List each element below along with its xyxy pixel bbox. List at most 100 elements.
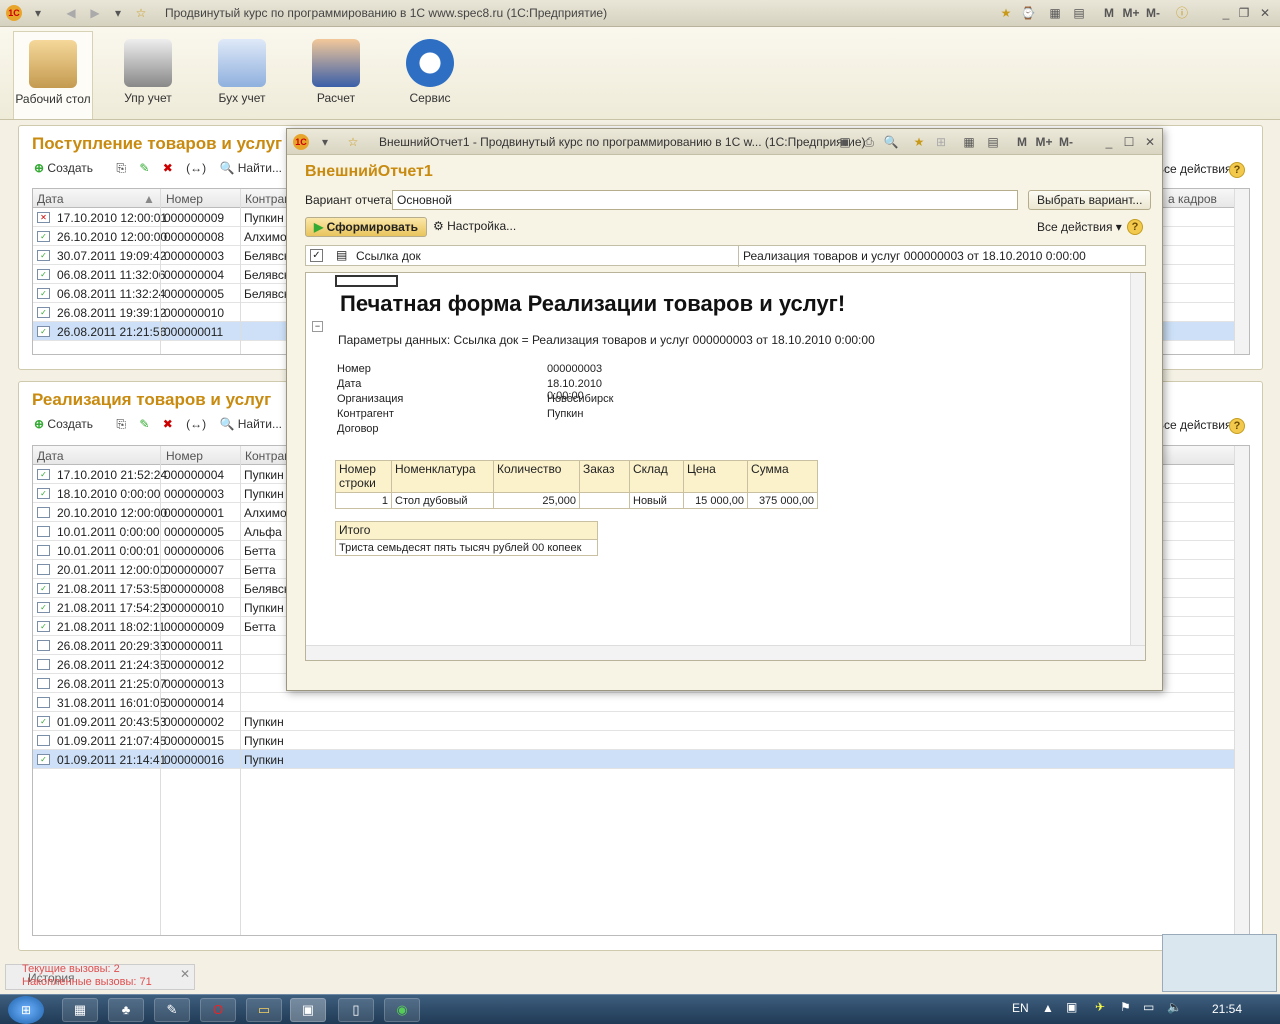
edit-pencil-icon[interactable]: ✎: [139, 161, 149, 175]
filter-checkbox[interactable]: ✓: [310, 249, 323, 262]
collapse-icon[interactable]: −: [312, 321, 323, 332]
column-extra[interactable]: а кадров: [1168, 192, 1217, 206]
column-number[interactable]: Номер: [166, 192, 203, 206]
tray-arrow-icon[interactable]: ▲: [1042, 1001, 1054, 1015]
taskbar-app-icon[interactable]: ✎: [154, 998, 190, 1022]
maximize-icon[interactable]: ☐: [1121, 134, 1137, 150]
help-icon[interactable]: ?: [1229, 162, 1245, 178]
start-button[interactable]: ⊞: [8, 996, 44, 1024]
menu-dropdown-icon[interactable]: ▾: [30, 5, 46, 21]
favorites-star-icon[interactable]: ☆: [133, 5, 149, 21]
edit-pencil-icon[interactable]: ✎: [139, 417, 149, 431]
minimize-icon[interactable]: _: [1218, 5, 1234, 21]
memory-minus-button[interactable]: M-: [1142, 5, 1164, 21]
table-row[interactable]: ✓ 01.09.2011 21:14:41 000000016 Пупкин: [33, 750, 1249, 769]
memory-plus-button[interactable]: M+: [1033, 134, 1055, 150]
table-row[interactable]: 01.09.2011 21:07:45 000000015 Пупкин: [33, 731, 1249, 750]
filter-value[interactable]: Реализация товаров и услуг 000000003 от …: [743, 249, 1086, 263]
volume-icon[interactable]: 🔈: [1167, 1000, 1182, 1014]
flag-icon[interactable]: ⚑: [1120, 1000, 1131, 1014]
column-number[interactable]: Номер: [166, 449, 203, 463]
add-favorite-icon[interactable]: ★: [998, 5, 1014, 21]
table-header-cell: Цена: [683, 460, 748, 493]
add-favorite-icon[interactable]: ★: [911, 134, 927, 150]
horizontal-scrollbar[interactable]: [306, 645, 1145, 660]
section-management[interactable]: Упр учет: [108, 31, 188, 119]
close-icon[interactable]: ✕: [180, 967, 190, 981]
find-button[interactable]: 🔍 Найти...: [219, 161, 292, 175]
memory-m-button[interactable]: M: [1011, 134, 1033, 150]
history-icon[interactable]: ⌚: [1020, 5, 1036, 21]
calendar-icon[interactable]: ▤: [985, 134, 1001, 150]
column-date[interactable]: Дата: [37, 449, 64, 463]
delete-icon[interactable]: ✖: [163, 161, 173, 175]
app-logo-icon[interactable]: 1С: [6, 5, 22, 21]
forward-arrow-icon[interactable]: ▶: [87, 5, 103, 21]
all-actions-menu[interactable]: Все действия ▾: [1037, 220, 1122, 234]
column-date[interactable]: Дата: [37, 192, 64, 206]
save-icon[interactable]: ▣: [837, 134, 853, 150]
memory-minus-button[interactable]: M-: [1055, 134, 1077, 150]
sort-arrow-icon: ▲: [143, 192, 155, 206]
history-dropdown-icon[interactable]: ▾: [110, 5, 126, 21]
refresh-icon[interactable]: (↔): [186, 417, 206, 431]
table-row[interactable]: ✓ 01.09.2011 20:43:53 000000002 Пупкин: [33, 712, 1249, 731]
settings-button[interactable]: ⚙ Настройка...: [433, 219, 516, 233]
copy-icon[interactable]: ⎘: [116, 161, 126, 175]
calendar-icon[interactable]: ▤: [1071, 5, 1087, 21]
vertical-scrollbar[interactable]: [1234, 189, 1249, 354]
preview-icon[interactable]: 🔍: [883, 134, 899, 150]
section-service[interactable]: Сервис: [390, 31, 470, 119]
document-icon[interactable]: ▯: [338, 998, 374, 1022]
document-icon: [37, 507, 50, 518]
history-panel[interactable]: История Текущие вызовы: 2 Накопленные вы…: [5, 963, 195, 990]
variant-input[interactable]: Основной: [392, 190, 1018, 210]
taskbar-app-icon[interactable]: ♣: [108, 998, 144, 1022]
favorites-star-icon[interactable]: ☆: [345, 134, 361, 150]
app-logo-icon[interactable]: 1С: [293, 134, 309, 150]
print-icon[interactable]: ⎙: [861, 134, 877, 150]
section-accounting[interactable]: Бух учет: [202, 31, 282, 119]
folder-icon[interactable]: ▭: [246, 998, 282, 1022]
info-icon[interactable]: ⓘ: [1174, 5, 1190, 21]
memory-m-button[interactable]: M: [1098, 5, 1120, 21]
create-button[interactable]: ⊕ Создать: [34, 417, 103, 431]
copy-icon[interactable]: ⎘: [116, 417, 126, 431]
help-icon[interactable]: ?: [1127, 219, 1143, 235]
column-agent[interactable]: Контраг: [245, 449, 289, 463]
column-agent[interactable]: Контраг: [245, 192, 289, 206]
clock[interactable]: 21:54: [1212, 1002, 1242, 1016]
taskbar-app-icon[interactable]: ▦: [62, 998, 98, 1022]
language-indicator[interactable]: EN: [1012, 1001, 1029, 1015]
airplane-icon[interactable]: ✈: [1095, 1000, 1105, 1014]
close-icon[interactable]: ✕: [1142, 134, 1158, 150]
vertical-scrollbar[interactable]: [1130, 273, 1145, 645]
section-payroll[interactable]: Расчет: [296, 31, 376, 119]
menu-dropdown-icon[interactable]: ▾: [317, 134, 333, 150]
calculator-icon[interactable]: ▦: [961, 134, 977, 150]
table-row[interactable]: 31.08.2011 16:01:05 000000014: [33, 693, 1249, 712]
display-icon[interactable]: ▭: [1143, 1000, 1154, 1014]
find-button[interactable]: 🔍 Найти...: [219, 417, 292, 431]
vertical-scrollbar[interactable]: [1234, 446, 1249, 935]
report-spreadsheet[interactable]: − Печатная форма Реализации товаров и ус…: [305, 272, 1146, 661]
section-desktop[interactable]: Рабочий стол: [13, 31, 93, 119]
generate-button[interactable]: ▶ Сформировать: [305, 217, 427, 237]
back-arrow-icon[interactable]: ◀: [63, 5, 79, 21]
opera-icon[interactable]: O: [200, 998, 236, 1022]
chrome-icon[interactable]: ◉: [384, 998, 420, 1022]
taskbar-1c-icon[interactable]: ▣: [290, 998, 326, 1022]
minimize-icon[interactable]: _: [1101, 134, 1117, 150]
network-icon[interactable]: ▣: [1066, 1000, 1077, 1014]
delete-icon[interactable]: ✖: [163, 417, 173, 431]
refresh-icon[interactable]: (↔): [186, 161, 206, 175]
restore-icon[interactable]: ❐: [1236, 5, 1252, 21]
cell-number: 000000009: [164, 211, 225, 225]
link-icon[interactable]: ⊞: [933, 134, 949, 150]
memory-plus-button[interactable]: M+: [1120, 5, 1142, 21]
close-icon[interactable]: ✕: [1257, 5, 1273, 21]
create-button[interactable]: ⊕ Создать: [34, 161, 103, 175]
choose-variant-button[interactable]: Выбрать вариант...: [1028, 190, 1152, 210]
help-icon[interactable]: ?: [1229, 418, 1245, 434]
calculator-icon[interactable]: ▦: [1047, 5, 1063, 21]
